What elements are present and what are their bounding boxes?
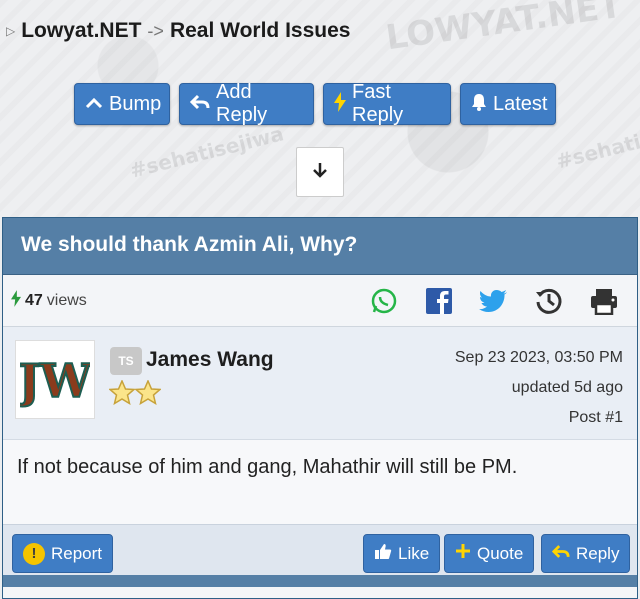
bump-button[interactable]: Bump bbox=[74, 83, 170, 125]
thread-starter-badge: TS bbox=[110, 347, 142, 375]
reply-arrow-icon bbox=[551, 544, 570, 564]
breadcrumb-site-link[interactable]: Lowyat.NET bbox=[21, 19, 141, 43]
username-link[interactable]: James Wang bbox=[146, 348, 274, 372]
share-bar bbox=[369, 286, 629, 316]
whatsapp-icon[interactable] bbox=[369, 286, 399, 316]
exclamation-icon: ! bbox=[23, 542, 45, 565]
rank-stars bbox=[108, 379, 162, 410]
avatar-monogram: JW bbox=[20, 353, 90, 409]
scroll-down-button[interactable] bbox=[296, 147, 344, 197]
post-body: If not because of him and gang, Mahathir… bbox=[3, 440, 637, 524]
post-actions: ! Report Like Quote Reply bbox=[3, 524, 637, 587]
print-icon[interactable] bbox=[589, 286, 619, 316]
report-button[interactable]: ! Report bbox=[12, 534, 114, 573]
views-label: views bbox=[46, 291, 87, 309]
thread-title: We should thank Azmin Ali, Why? bbox=[3, 218, 637, 275]
reply-arrow-icon bbox=[189, 94, 210, 115]
latest-label: Latest bbox=[493, 92, 548, 115]
post-meta: Sep 23 2023, 03:50 PM updated 5d ago Pos… bbox=[455, 343, 623, 433]
background-hashtag: #sehatisejiwa bbox=[127, 121, 287, 183]
post-header: JW TS James Wang Sep 23 2023, 03:50 PM u… bbox=[3, 327, 637, 440]
arrow-down-icon bbox=[311, 159, 329, 185]
post-date: Sep 23 2023, 03:50 PM bbox=[454, 349, 623, 366]
chevron-up-icon bbox=[85, 94, 103, 115]
like-button[interactable]: Like bbox=[363, 534, 441, 573]
breadcrumb-triangle-icon: ▷ bbox=[6, 24, 16, 38]
star-icon bbox=[108, 379, 136, 410]
avatar[interactable]: JW bbox=[15, 340, 95, 419]
lightning-icon bbox=[11, 289, 21, 312]
bell-icon bbox=[471, 93, 487, 116]
thread-panel: We should thank Azmin Ali, Why? 47 views bbox=[2, 217, 638, 599]
add-reply-button[interactable]: Add Reply bbox=[179, 81, 314, 126]
background-hashtag-2: #sehatis bbox=[553, 126, 640, 174]
post-number-link[interactable]: Post #1 bbox=[455, 403, 623, 433]
breadcrumb-separator: -> bbox=[147, 20, 164, 41]
star-icon bbox=[134, 379, 162, 410]
views-number: 47 bbox=[25, 291, 43, 309]
thread-info-bar: 47 views bbox=[3, 275, 637, 327]
view-count: 47 views bbox=[11, 289, 87, 312]
thread-toolbar: Bump Add Reply Fast Reply Latest bbox=[74, 81, 556, 126]
breadcrumb-forum-link[interactable]: Real World Issues bbox=[170, 19, 351, 43]
plus-icon bbox=[455, 543, 471, 564]
like-label: Like bbox=[398, 543, 430, 563]
breadcrumb: ▷ Lowyat.NET -> Real World Issues bbox=[6, 16, 350, 46]
fast-reply-label: Fast Reply bbox=[352, 81, 404, 126]
fast-reply-button[interactable]: Fast Reply bbox=[323, 81, 451, 126]
report-label: Report bbox=[51, 543, 103, 563]
add-reply-label: Add Reply bbox=[216, 81, 268, 126]
quote-button[interactable]: Quote bbox=[444, 534, 535, 573]
bump-label: Bump bbox=[109, 92, 162, 115]
twitter-icon[interactable] bbox=[479, 286, 509, 316]
lightning-icon bbox=[334, 91, 346, 117]
reply-button[interactable]: Reply bbox=[541, 534, 631, 573]
reply-label: Reply bbox=[576, 543, 620, 563]
latest-button[interactable]: Latest bbox=[460, 83, 556, 125]
history-icon[interactable] bbox=[534, 286, 564, 316]
footer-strip bbox=[3, 575, 637, 587]
thumbs-up-icon bbox=[374, 543, 392, 565]
background-logo-text: LOWYAT.NET bbox=[383, 0, 625, 59]
svg-text:JW: JW bbox=[20, 354, 90, 408]
facebook-icon[interactable] bbox=[424, 286, 454, 316]
post-updated: updated 5d ago bbox=[511, 379, 623, 396]
quote-label: Quote bbox=[477, 543, 524, 563]
